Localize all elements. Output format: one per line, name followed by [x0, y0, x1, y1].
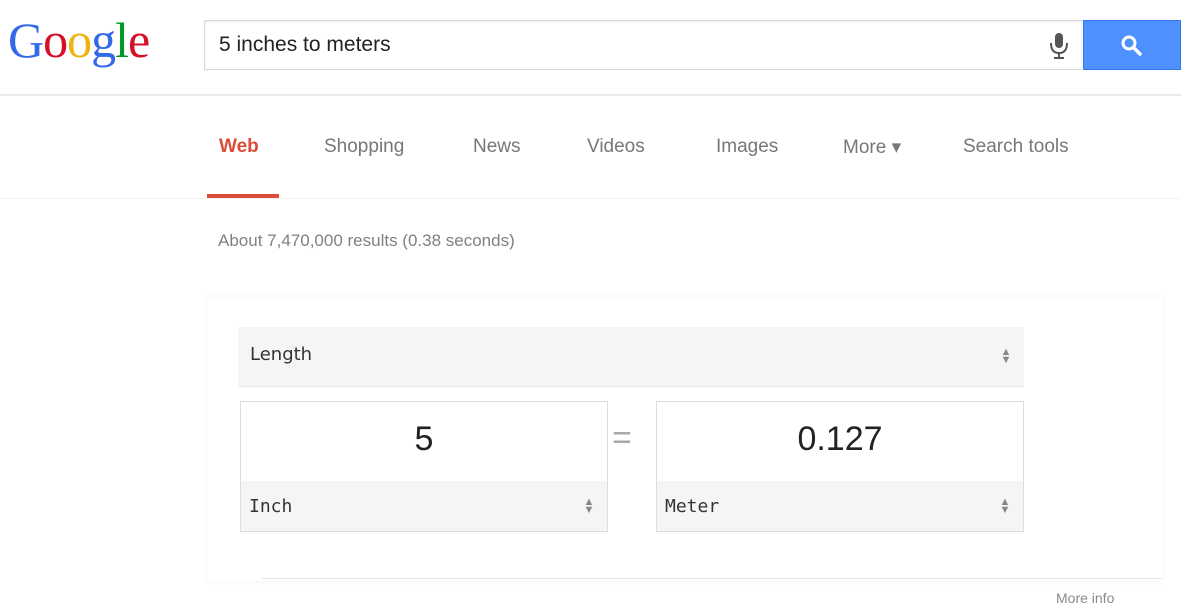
logo-letter: o	[67, 12, 92, 68]
quantity-select[interactable]: Length ▲ ▼	[238, 327, 1024, 387]
tab-search-tools[interactable]: Search tools	[963, 136, 1069, 158]
tab-shopping[interactable]: Shopping	[324, 136, 404, 158]
up-down-arrows-icon: ▲ ▼	[999, 496, 1011, 516]
magnifier-icon	[1121, 35, 1142, 56]
to-unit-label: Meter	[665, 496, 720, 517]
logo-letter: G	[8, 12, 44, 68]
logo-letter: o	[43, 12, 68, 68]
tab-images[interactable]: Images	[716, 136, 778, 158]
header: Google	[0, 0, 1181, 96]
google-logo[interactable]: Google	[8, 10, 150, 70]
to-unit-select[interactable]: Meter ▲ ▼	[657, 481, 1023, 531]
header-divider	[0, 94, 1181, 96]
from-unit-panel: 5 Inch ▲ ▼	[240, 401, 608, 532]
from-unit-select[interactable]: Inch ▲ ▼	[241, 481, 607, 531]
logo-letter: g	[91, 12, 116, 68]
equals-sign: =	[612, 419, 632, 457]
tab-videos[interactable]: Videos	[587, 136, 645, 158]
to-value-input[interactable]: 0.127	[657, 420, 1023, 459]
tab-web[interactable]: Web	[219, 136, 259, 158]
quantity-select-label: Length	[250, 344, 313, 365]
tab-news[interactable]: News	[473, 136, 521, 158]
search-tabs: Web Shopping News Videos Images More ▾ S…	[0, 120, 1181, 200]
logo-letter: e	[128, 12, 150, 68]
more-info-link[interactable]: More info	[1056, 590, 1114, 606]
tab-more[interactable]: More ▾	[843, 136, 901, 159]
search-input[interactable]	[219, 21, 1019, 69]
tabs-divider	[0, 198, 1181, 199]
microphone-icon[interactable]	[1045, 31, 1073, 61]
search-results-page: Google Web Shopping News Vi	[0, 0, 1181, 606]
card-divider	[262, 578, 1162, 579]
up-down-arrows-icon: ▲ ▼	[1000, 346, 1012, 366]
from-value-input[interactable]: 5	[241, 420, 607, 459]
to-unit-panel: 0.127 Meter ▲ ▼	[656, 401, 1024, 532]
result-stats: About 7,470,000 results (0.38 seconds)	[218, 231, 515, 250]
search-button[interactable]	[1083, 20, 1181, 70]
from-unit-label: Inch	[249, 496, 293, 517]
search-box	[204, 20, 1082, 70]
up-down-arrows-icon: ▲ ▼	[583, 496, 595, 516]
logo-letter: l	[115, 12, 129, 68]
